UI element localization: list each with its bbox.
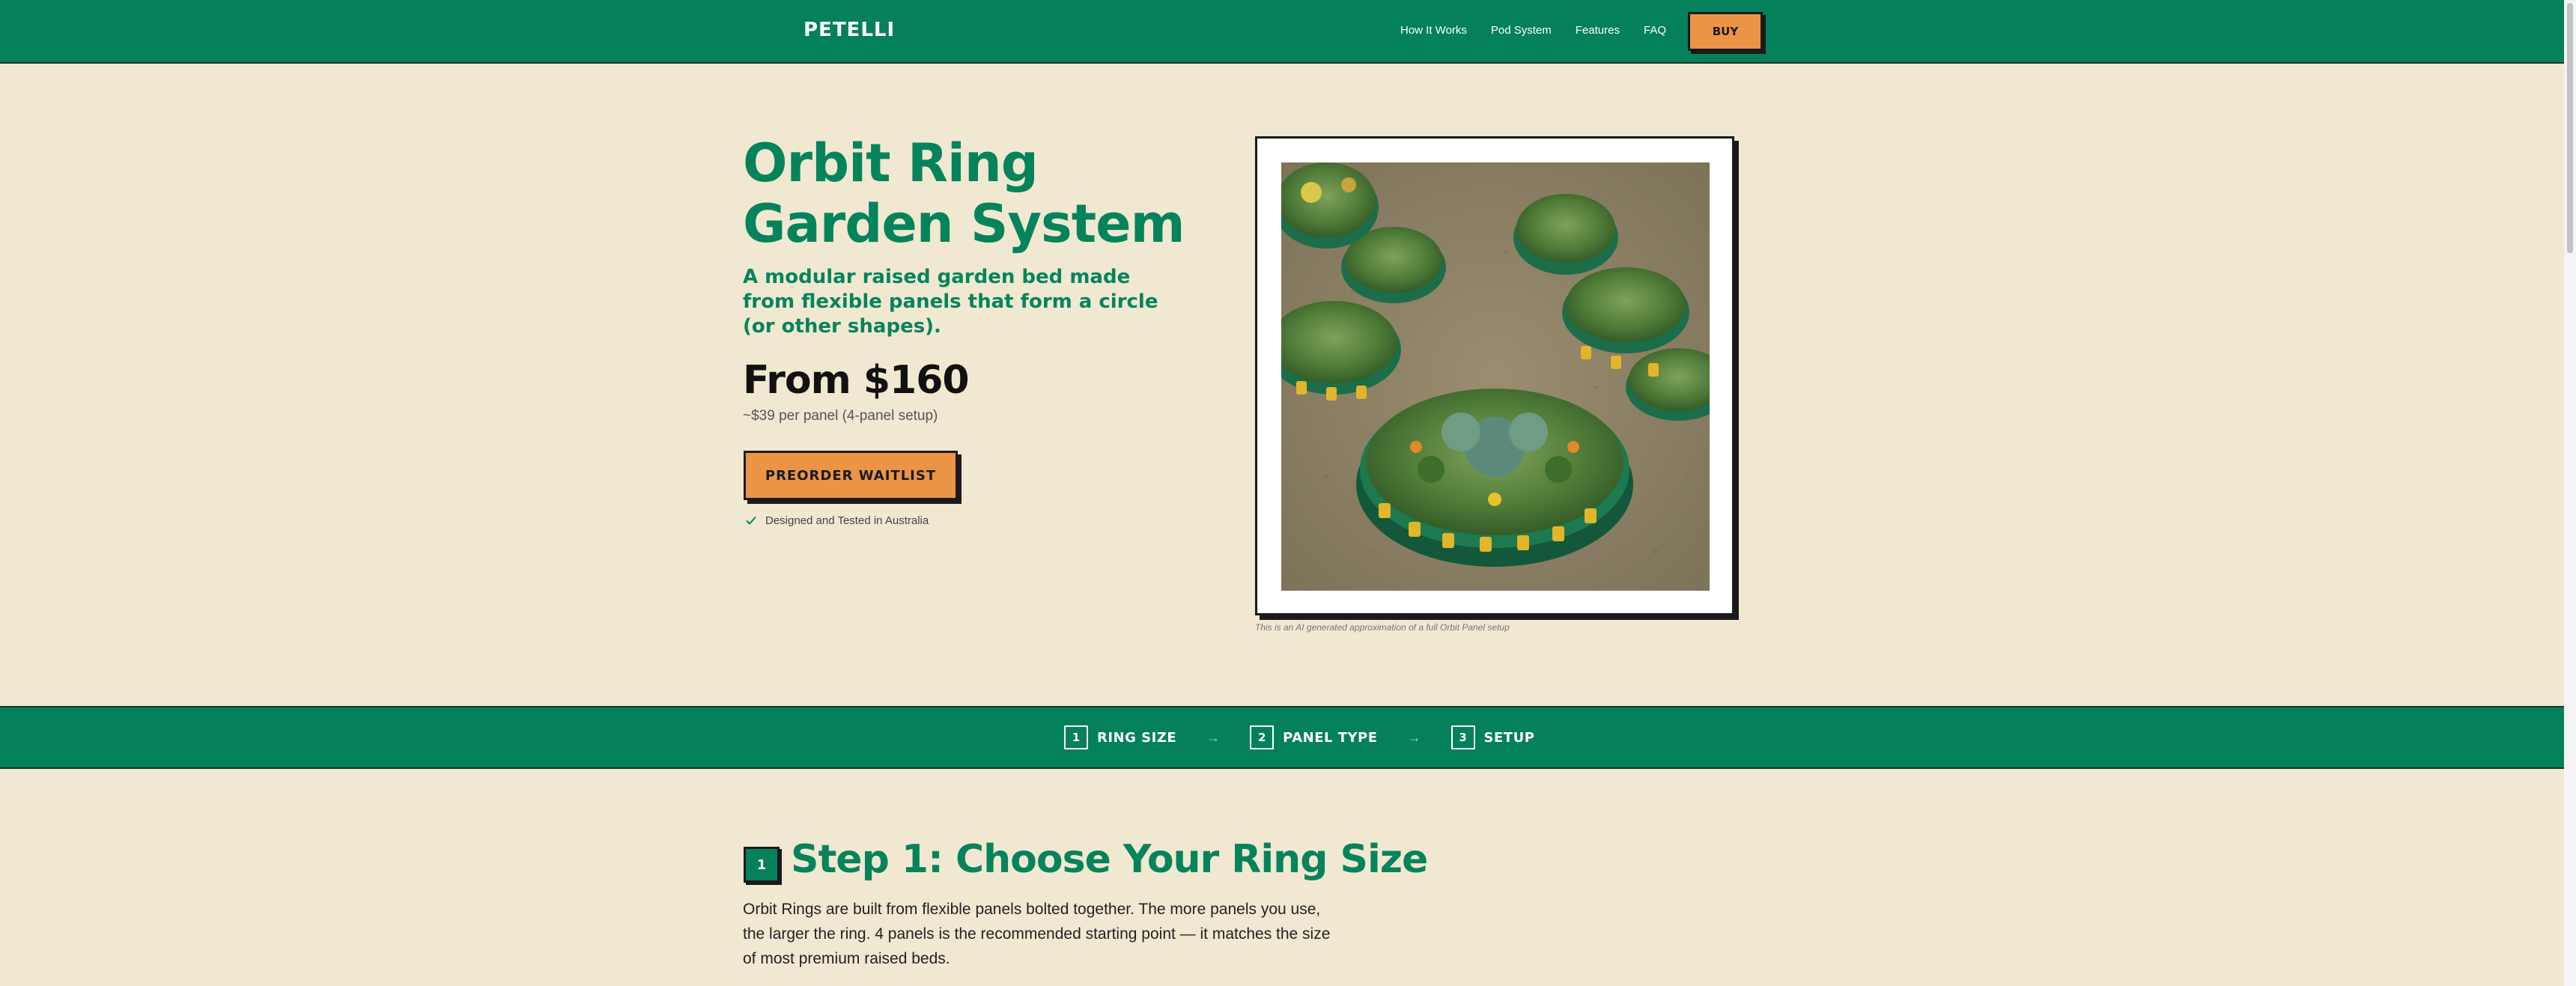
step-number: 2 — [1250, 725, 1275, 749]
arrow-right-icon: → — [1407, 729, 1421, 745]
step-panel-type[interactable]: 2 PANEL TYPE — [1250, 725, 1377, 749]
designed-in-australia-note: Designed and Tested in Australia — [744, 514, 929, 527]
brand-logo[interactable]: PETELLI — [804, 19, 895, 41]
step-label: PANEL TYPE — [1283, 729, 1378, 746]
nav-links: How It Works Pod System Features FAQ — [1400, 24, 1666, 37]
steps: 1 RING SIZE → 2 PANEL TYPE → 3 SETUP — [1064, 725, 1534, 749]
page: PETELLI How It Works Pod System Features… — [0, 0, 2564, 986]
scrollbar-thumb[interactable] — [2567, 3, 2573, 253]
arrow-right-icon: → — [1206, 729, 1221, 745]
image-caption: This is an AI generated approximation of… — [1255, 622, 1510, 633]
hero-image-frame — [1255, 136, 1734, 615]
scrollbar[interactable] — [2564, 0, 2576, 986]
step1-description: Orbit Rings are built from flexible pane… — [743, 901, 1331, 967]
step1-title: Step 1: Choose Your Ring Size — [791, 837, 1428, 882]
step-number: 1 — [1064, 725, 1088, 749]
nav-link-how-it-works[interactable]: How It Works — [1400, 24, 1467, 37]
top-nav: PETELLI How It Works Pod System Features… — [0, 0, 2564, 64]
step1-number-badge: 1 — [744, 847, 780, 883]
preorder-waitlist-button[interactable]: PREORDER WAITLIST — [744, 451, 958, 500]
garden-photo — [1281, 162, 1710, 591]
tested-note-text: Designed and Tested in Australia — [765, 514, 929, 527]
nav-link-faq[interactable]: FAQ — [1644, 24, 1666, 37]
price: From $160 — [743, 358, 970, 403]
step-setup[interactable]: 3 SETUP — [1450, 725, 1535, 749]
step-number: 3 — [1450, 725, 1475, 749]
step-label: SETUP — [1483, 729, 1535, 746]
nav-link-features[interactable]: Features — [1576, 24, 1620, 37]
step-progress-bar: 1 RING SIZE → 2 PANEL TYPE → 3 SETUP — [0, 706, 2564, 769]
nav-link-pod-system[interactable]: Pod System — [1491, 24, 1552, 37]
step-label: RING SIZE — [1097, 729, 1177, 746]
hero-subtitle: A modular raised garden bed made from fl… — [743, 266, 1158, 338]
check-icon — [746, 516, 756, 525]
price-note: ~$39 per panel (4-panel setup) — [743, 408, 938, 424]
garden-illustration — [1281, 162, 1710, 591]
step-ring-size[interactable]: 1 RING SIZE — [1064, 725, 1176, 749]
buy-button[interactable]: BUY — [1688, 12, 1763, 51]
hero-title: Orbit Ring Garden System — [743, 133, 1185, 255]
